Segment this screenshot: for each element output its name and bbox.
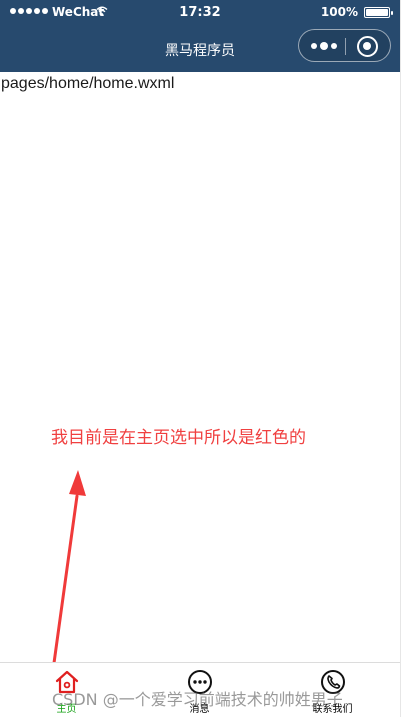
mini-program-capsule: [298, 29, 391, 62]
phone-screen: WeChat 17:32 100% 黑马程序员 pages/home/home.…: [0, 0, 400, 717]
battery-percent: 100%: [320, 5, 358, 19]
battery-icon: [364, 7, 393, 18]
navigation-header: WeChat 17:32 100% 黑马程序员: [0, 0, 400, 72]
annotation-text: 我目前是在主页选中所以是红色的: [51, 428, 306, 448]
annotation-arrow-icon: [52, 470, 86, 665]
capsule-divider: [345, 38, 346, 55]
status-bar: WeChat 17:32 100%: [0, 0, 400, 26]
window-edge: [400, 0, 417, 717]
close-mini-program-button[interactable]: [357, 36, 378, 57]
more-menu-button[interactable]: [309, 39, 339, 53]
page-content-text: pages/home/home.wxml: [1, 75, 175, 92]
csdn-watermark: CSDN @一个爱学习前端技术的帅姓男子: [52, 690, 343, 709]
